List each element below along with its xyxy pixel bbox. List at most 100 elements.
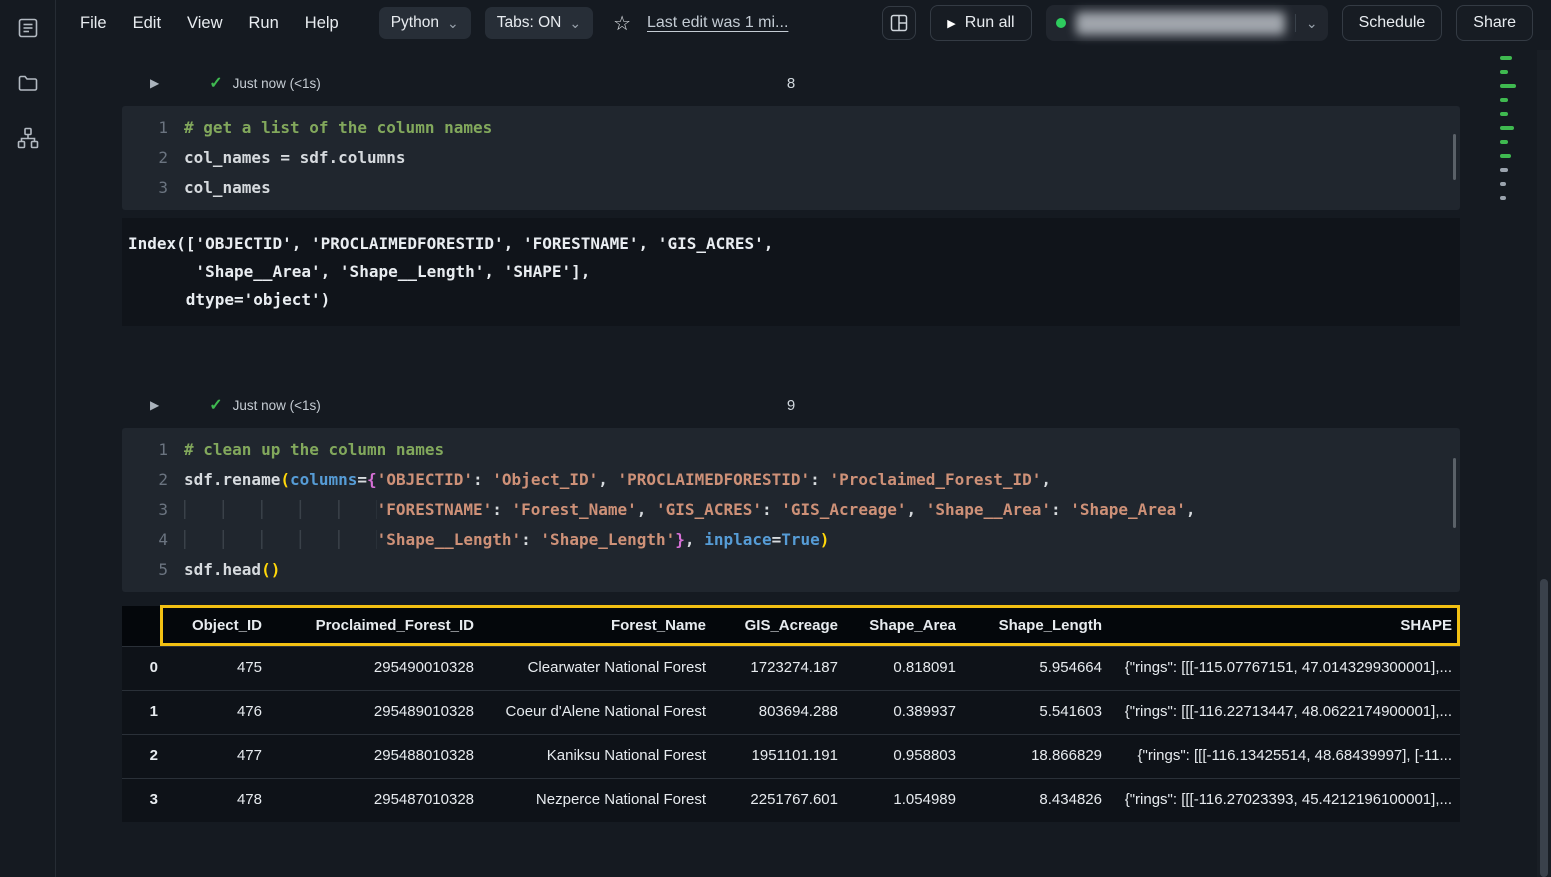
table-cell: 2 bbox=[122, 734, 166, 778]
code-line[interactable]: 4 'Shape__Length': 'Shape_Length'}, inpl… bbox=[122, 525, 1460, 555]
notebook-icon[interactable] bbox=[13, 13, 43, 43]
table-cell: 0 bbox=[122, 646, 166, 690]
column-header: Object_ID bbox=[166, 606, 270, 646]
table-cell: 0.958803 bbox=[846, 734, 964, 778]
minimap-dash bbox=[1500, 98, 1508, 102]
code-editor: 1# clean up the column names2sdf.rename(… bbox=[122, 428, 1460, 592]
machine-selector[interactable]: ⌄ bbox=[1046, 5, 1328, 41]
minimap-dash bbox=[1500, 112, 1508, 116]
line-number: 5 bbox=[122, 555, 184, 585]
menu-edit[interactable]: Edit bbox=[133, 14, 161, 33]
table-cell: 295489010328 bbox=[270, 690, 482, 734]
integrations-icon bbox=[16, 126, 40, 150]
page-scrollbar[interactable] bbox=[1537, 50, 1551, 877]
chevron-down-icon: ⌄ bbox=[447, 18, 459, 28]
menu-run[interactable]: Run bbox=[249, 14, 279, 33]
table-cell: Clearwater National Forest bbox=[482, 646, 714, 690]
minimap-dash bbox=[1500, 126, 1514, 130]
layout-toggle-button[interactable] bbox=[882, 6, 916, 40]
column-header: Shape_Length bbox=[964, 606, 1110, 646]
table-cell: 2251767.601 bbox=[714, 778, 846, 822]
line-number: 2 bbox=[122, 465, 184, 495]
menu-help[interactable]: Help bbox=[305, 14, 339, 33]
run-all-button[interactable]: ▶ Run all bbox=[930, 5, 1031, 41]
run-all-label: Run all bbox=[965, 14, 1015, 32]
column-header bbox=[122, 606, 166, 646]
code-editor: 1# get a list of the column names2col_na… bbox=[122, 106, 1460, 210]
code-line[interactable]: 1# get a list of the column names bbox=[122, 113, 1460, 143]
code-cell-8: ▶ ✓ Just now (<1s) 8 1# get a list of th… bbox=[122, 60, 1460, 326]
menu-file[interactable]: File bbox=[80, 14, 107, 33]
minimap-dash bbox=[1500, 56, 1512, 60]
table-cell: 5.954664 bbox=[964, 646, 1110, 690]
table-cell: 295488010328 bbox=[270, 734, 482, 778]
kernel-selector[interactable]: Python ⌄ bbox=[379, 7, 471, 39]
scrollbar-thumb[interactable] bbox=[1540, 579, 1548, 877]
table-cell: 1951101.191 bbox=[714, 734, 846, 778]
play-icon: ▶ bbox=[947, 17, 955, 30]
machine-name-redacted bbox=[1076, 12, 1285, 35]
table-cell: Kaniksu National Forest bbox=[482, 734, 714, 778]
line-number: 4 bbox=[122, 525, 184, 555]
line-number: 3 bbox=[122, 495, 184, 525]
code-line[interactable]: 1# clean up the column names bbox=[122, 435, 1460, 465]
table-cell: {"rings": [[[-116.13425514, 48.68439997]… bbox=[1110, 734, 1460, 778]
share-button[interactable]: Share bbox=[1456, 5, 1533, 41]
schedule-button[interactable]: Schedule bbox=[1342, 5, 1443, 41]
notebook-icon bbox=[16, 16, 40, 40]
machine-status-dot bbox=[1056, 18, 1066, 28]
dataframe-table: Object_IDProclaimed_Forest_IDForest_Name… bbox=[122, 606, 1460, 822]
integrations-icon[interactable] bbox=[13, 123, 43, 153]
table-row: 1476295489010328Coeur d'Alene National F… bbox=[122, 690, 1460, 734]
dataframe-output: Object_IDProclaimed_Forest_IDForest_Name… bbox=[122, 606, 1460, 822]
execution-count: 9 bbox=[122, 397, 1460, 414]
chevron-down-icon: ⌄ bbox=[569, 18, 581, 28]
notebook-app: File Edit View Run Help Python ⌄ Tabs: O… bbox=[0, 0, 1551, 877]
code-line[interactable]: 2col_names = sdf.columns bbox=[122, 143, 1460, 173]
code-minimap bbox=[1500, 56, 1522, 210]
table-cell: 0.818091 bbox=[846, 646, 964, 690]
column-header: GIS_Acreage bbox=[714, 606, 846, 646]
editor-scrollbar[interactable] bbox=[1453, 134, 1456, 180]
table-cell: 1723274.187 bbox=[714, 646, 846, 690]
column-header: Shape_Area bbox=[846, 606, 964, 646]
table-cell: 476 bbox=[166, 690, 270, 734]
minimap-dash bbox=[1500, 182, 1506, 186]
table-cell: 475 bbox=[166, 646, 270, 690]
table-cell: 295490010328 bbox=[270, 646, 482, 690]
table-cell: Coeur d'Alene National Forest bbox=[482, 690, 714, 734]
folder-icon[interactable] bbox=[13, 68, 43, 98]
kernel-selector-label: Python bbox=[391, 14, 439, 32]
table-row: 0475295490010328Clearwater National Fore… bbox=[122, 646, 1460, 690]
cell-header: ▶ ✓ Just now (<1s) 9 bbox=[122, 382, 1460, 428]
table-cell: 8.434826 bbox=[964, 778, 1110, 822]
code-line[interactable]: 2sdf.rename(columns={'OBJECTID': 'Object… bbox=[122, 465, 1460, 495]
table-cell: {"rings": [[[-115.07767151, 47.014329930… bbox=[1110, 646, 1460, 690]
table-cell: {"rings": [[[-116.27023393, 45.421219610… bbox=[1110, 778, 1460, 822]
table-cell: {"rings": [[[-116.22713447, 48.062217490… bbox=[1110, 690, 1460, 734]
minimap-dash bbox=[1500, 168, 1508, 172]
line-number: 2 bbox=[122, 143, 184, 173]
column-header: Forest_Name bbox=[482, 606, 714, 646]
table-cell: 295487010328 bbox=[270, 778, 482, 822]
column-header: SHAPE bbox=[1110, 606, 1460, 646]
topbar: File Edit View Run Help Python ⌄ Tabs: O… bbox=[56, 0, 1551, 46]
chevron-down-icon: ⌄ bbox=[1295, 14, 1318, 32]
code-line[interactable]: 5sdf.head() bbox=[122, 555, 1460, 585]
tabs-selector[interactable]: Tabs: ON ⌄ bbox=[485, 7, 593, 39]
menu-view[interactable]: View bbox=[187, 14, 222, 33]
editor-scrollbar[interactable] bbox=[1453, 458, 1456, 528]
code-line[interactable]: 3col_names bbox=[122, 173, 1460, 203]
last-edit-link[interactable]: Last edit was 1 mi... bbox=[647, 14, 788, 32]
notebook-content: ▶ ✓ Just now (<1s) 8 1# get a list of th… bbox=[56, 46, 1476, 877]
minimap-dash bbox=[1500, 84, 1516, 88]
code-line[interactable]: 3 'FORESTNAME': 'Forest_Name', 'GIS_ACRE… bbox=[122, 495, 1460, 525]
topbar-right-group: ▶ Run all ⌄ Schedule Share bbox=[882, 5, 1533, 41]
folder-icon bbox=[16, 71, 40, 95]
code-cell-9: ▶ ✓ Just now (<1s) 9 1# clean up the col… bbox=[122, 382, 1460, 822]
table-cell: 5.541603 bbox=[964, 690, 1110, 734]
tabs-selector-label: Tabs: ON bbox=[497, 14, 562, 32]
star-icon[interactable]: ☆ bbox=[613, 11, 631, 36]
minimap-dash bbox=[1500, 154, 1511, 158]
minimap-dash bbox=[1500, 196, 1506, 200]
